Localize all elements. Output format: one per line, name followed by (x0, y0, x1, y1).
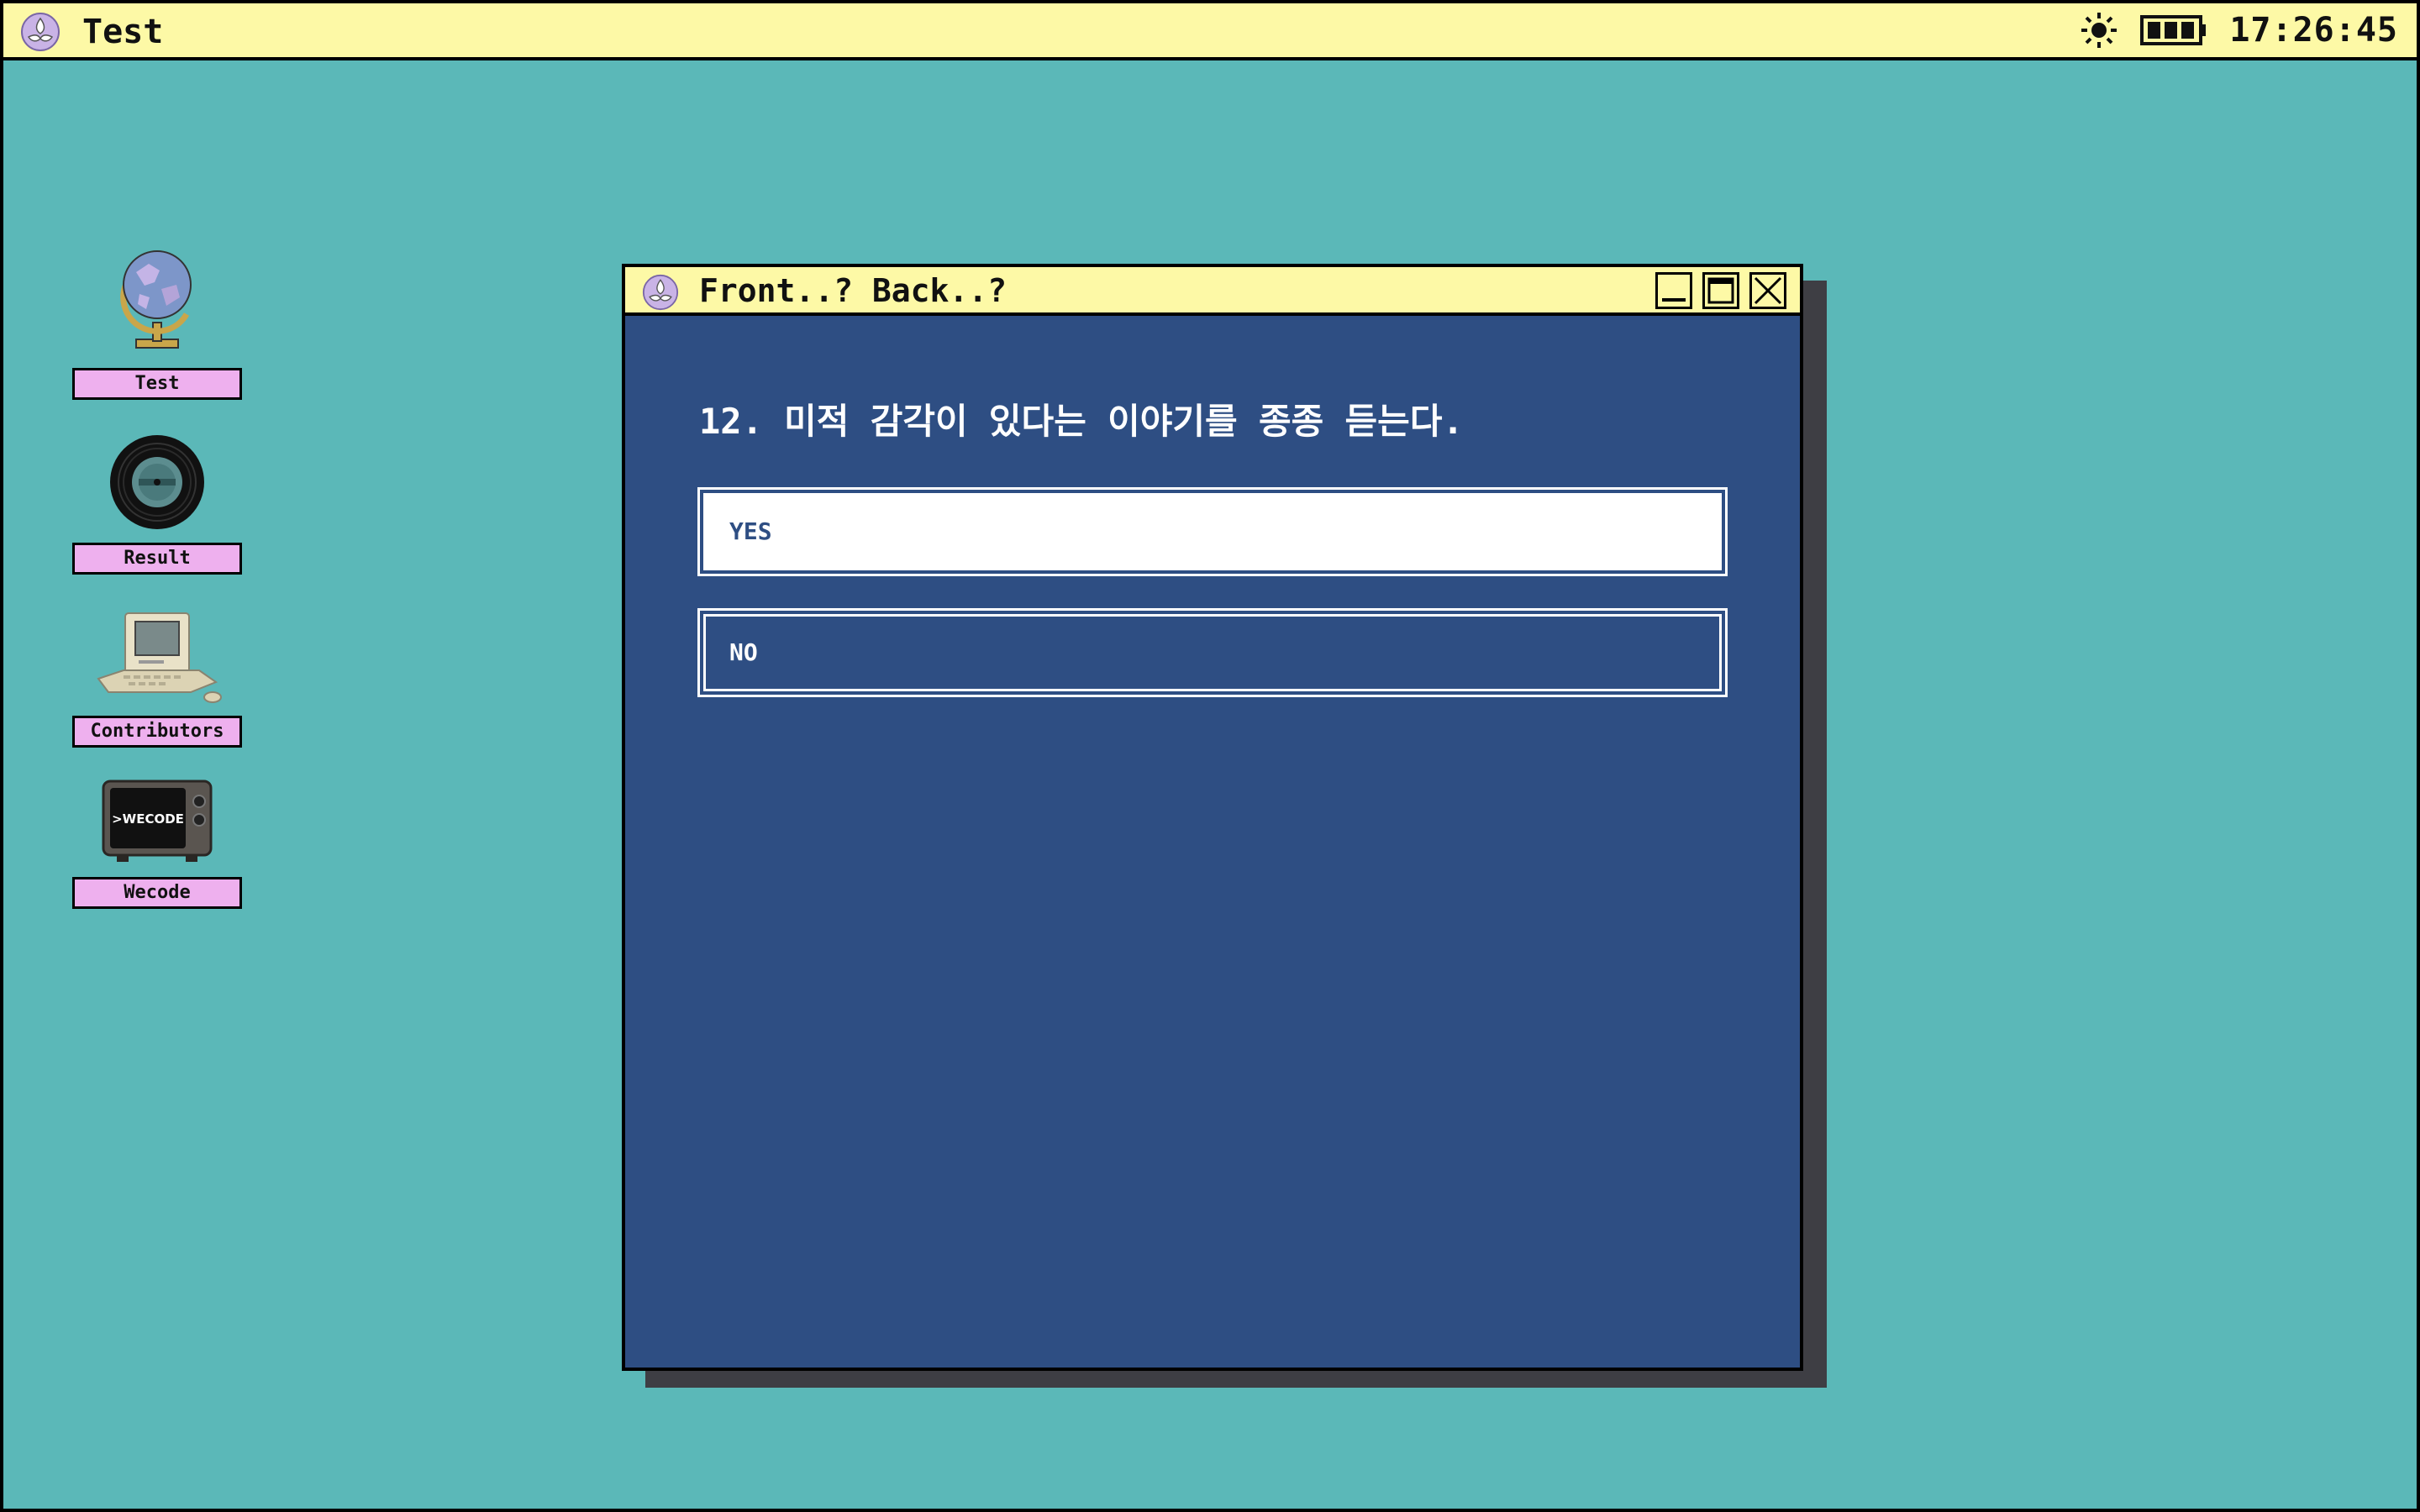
retro-tv-icon[interactable]: >WECODE (100, 776, 214, 864)
maximize-button[interactable] (1702, 272, 1739, 309)
battery-icon[interactable] (2140, 13, 2207, 47)
close-icon (1754, 276, 1782, 305)
answer-yes-button[interactable]: YES (697, 487, 1728, 576)
question-text: 12. 미적 감각이 있다는 이야기를 종종 듣는다. (699, 401, 1464, 442)
globe-icon[interactable] (111, 239, 203, 353)
flower-logo-icon (642, 274, 679, 311)
answer-no-label: NO (703, 614, 1722, 691)
minimize-button[interactable] (1655, 272, 1692, 309)
brightness-icon[interactable] (2080, 11, 2118, 50)
answer-yes-label: YES (703, 493, 1722, 570)
window-titlebar[interactable]: Front..? Back..? (625, 267, 1800, 316)
flower-logo-icon[interactable] (20, 12, 60, 52)
app-title: Test (82, 13, 164, 51)
menu-bar: Test 17:26:45 (3, 3, 2417, 60)
vinyl-record-icon[interactable] (108, 433, 206, 531)
clock: 17:26:45 (2229, 11, 2398, 50)
tv-screen-text: >WECODE (112, 811, 184, 827)
retro-computer-icon[interactable] (90, 608, 224, 709)
desktop-icon-label[interactable]: Result (72, 543, 242, 575)
minimize-icon (1662, 298, 1686, 302)
desktop-icon-label[interactable]: Contributors (72, 716, 242, 748)
test-window: Front..? Back..? 12. 미적 감각이 있다는 이야기를 종종 … (622, 264, 1803, 1371)
window-title: Front..? Back..? (699, 272, 1007, 309)
answer-no-button[interactable]: NO (697, 608, 1728, 697)
desktop: Test 17:26:45 Test Result Contributors >… (0, 0, 2420, 1512)
desktop-icon-label[interactable]: Wecode (72, 877, 242, 909)
desktop-icon-label[interactable]: Test (72, 368, 242, 400)
close-button[interactable] (1749, 272, 1786, 309)
maximize-icon (1707, 277, 1734, 304)
